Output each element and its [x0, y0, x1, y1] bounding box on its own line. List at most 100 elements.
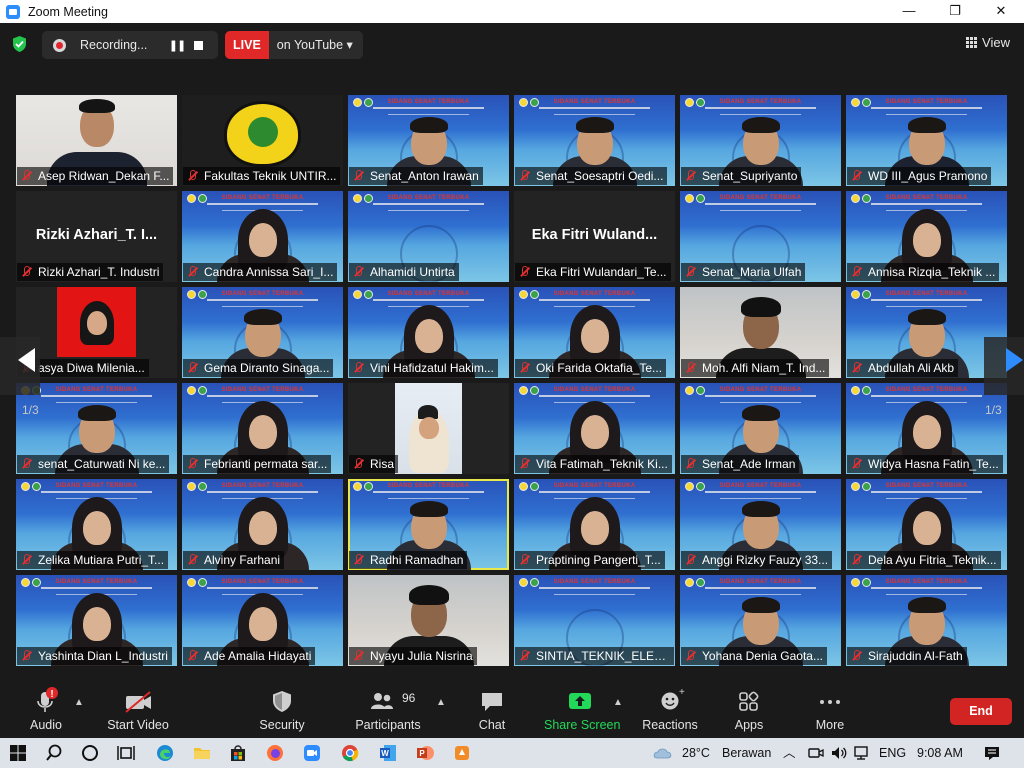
apps-button[interactable]: Apps [726, 685, 772, 738]
participant-tile[interactable]: SIDANG SENAT TERBUKA Candra Annissa Sari_… [182, 191, 343, 282]
security-button[interactable]: Security [256, 685, 308, 738]
minimize-button[interactable]: — [886, 0, 932, 23]
live-stream-indicator[interactable]: LIVE on YouTube ▾ [225, 31, 363, 59]
participant-tile[interactable]: SIDANG SENAT TERBUKA Sirajuddin Al-Fath [846, 575, 1007, 666]
clock-time[interactable]: 9:08 AM [917, 738, 963, 768]
more-button[interactable]: More [808, 685, 852, 738]
participant-tile[interactable]: SIDANG SENAT TERBUKA Praptining Pangerti_… [514, 479, 675, 570]
participant-name-bar: Eka Fitri Wulandari_Te... [515, 263, 671, 281]
view-button[interactable]: View [966, 35, 1010, 50]
start-video-button[interactable]: Start Video [104, 685, 172, 738]
network-icon[interactable] [853, 743, 873, 763]
participant-name: Senat_Anton Irawan [370, 169, 479, 183]
participant-tile[interactable]: SIDANG SENAT TERBUKA Vini Hafidzatul Haki… [348, 287, 509, 378]
participant-tile[interactable]: SIDANG SENAT TERBUKA Yashinta Dian L_Indu… [16, 575, 177, 666]
chrome-icon[interactable] [340, 743, 360, 763]
participant-tile[interactable]: SIDANG SENAT TERBUKA Oki Farida Oktafia_T… [514, 287, 675, 378]
file-explorer-icon[interactable] [192, 743, 212, 763]
word-icon[interactable]: W [378, 743, 398, 763]
firefox-icon[interactable] [265, 743, 285, 763]
volume-icon[interactable] [829, 743, 849, 763]
participant-tile[interactable]: SIDANG SENAT TERBUKA senat_Caturwati Ni k… [16, 383, 177, 474]
participant-tile[interactable]: SIDANG SENAT TERBUKA Vita Fatimah_Teknik … [514, 383, 675, 474]
participant-tile[interactable]: SIDANG SENAT TERBUKA Ade Amalia Hidayati [182, 575, 343, 666]
participant-tile[interactable]: Rizki Azhari_T. I... Rizki Azhari_T. Indu… [16, 191, 177, 282]
participant-tile[interactable]: Nyayu Julia Nisrina [348, 575, 509, 666]
audio-options-caret[interactable]: ▲ [74, 697, 84, 708]
share-options-caret[interactable]: ▲ [613, 697, 623, 708]
encryption-shield-icon[interactable] [11, 35, 28, 53]
person-face [86, 311, 107, 335]
weather-cloud-icon[interactable] [652, 743, 676, 763]
security-shield-icon [273, 691, 291, 712]
slide-text-lines [886, 594, 967, 595]
participant-tile[interactable]: Asep Ridwan_Dekan F... [16, 95, 177, 186]
maximize-button[interactable]: ❐ [932, 0, 978, 23]
window-title: Zoom Meeting [28, 4, 108, 19]
task-view-icon[interactable] [116, 743, 136, 763]
slide-title: SIDANG SENAT TERBUKA [719, 99, 802, 105]
participant-tile[interactable]: SIDANG SENAT TERBUKA Anggi Rizky Fauzy 33… [680, 479, 841, 570]
participant-tile[interactable]: SIDANG SENAT TERBUKA Febrianti permata sa… [182, 383, 343, 474]
participant-tile[interactable]: SIDANG SENAT TERBUKA WD III_Agus Pramono [846, 95, 1007, 186]
cortana-icon[interactable] [80, 743, 100, 763]
participant-tile[interactable]: SIDANG SENAT TERBUKA Yohana Denia Gaota..… [680, 575, 841, 666]
participant-tile[interactable]: SIDANG SENAT TERBUKA SINTIA_TEKNIK_ELEKT.… [514, 575, 675, 666]
participant-tile[interactable]: Fakultas Teknik UNTIR... [182, 95, 343, 186]
meet-now-icon[interactable] [806, 743, 826, 763]
zoom-taskbar-icon[interactable] [302, 743, 322, 763]
participant-name: Senat_Supriyanto [702, 169, 798, 183]
participant-tile[interactable]: SIDANG SENAT TERBUKA Abdullah Ali Akb [846, 287, 1007, 378]
close-button[interactable]: ✕ [978, 0, 1024, 23]
search-icon[interactable] [44, 743, 64, 763]
tray-overflow-chevron-icon[interactable]: ︿ [783, 738, 796, 768]
participant-tile[interactable]: SIDANG SENAT TERBUKA Senat_Maria Ulfah [680, 191, 841, 282]
previous-page-button[interactable] [0, 337, 40, 395]
participant-tile[interactable]: SIDANG SENAT TERBUKA Radhi Ramadhan [348, 479, 509, 570]
slide-title: SIDANG SENAT TERBUKA [885, 387, 968, 393]
app-orange-icon[interactable] [452, 743, 472, 763]
share-screen-button[interactable]: Share Screen [544, 685, 620, 738]
participant-tile[interactable]: SIDANG SENAT TERBUKA Senat_Supriyanto [680, 95, 841, 186]
live-target-dropdown[interactable]: on YouTube ▾ [268, 31, 363, 59]
chat-label: Chat [478, 718, 506, 732]
participant-tile[interactable]: Eka Fitri Wuland... Eka Fitri Wulandari_T… [514, 191, 675, 282]
pause-recording-button[interactable]: ❚❚ [166, 39, 188, 52]
participants-button[interactable]: 96 Participants [354, 685, 422, 738]
reactions-button[interactable]: + Reactions [640, 685, 700, 738]
powerpoint-icon[interactable]: P [415, 743, 435, 763]
participant-tile[interactable]: Moh. Alfi Niam_T. Ind... [680, 287, 841, 378]
slide-title: SIDANG SENAT TERBUKA [55, 483, 138, 489]
store-icon[interactable] [228, 743, 248, 763]
participant-tile[interactable]: SIDANG SENAT TERBUKA Senat_Soesaptri Oedi… [514, 95, 675, 186]
participant-tile[interactable]: asya Diwa Milenia... [16, 287, 177, 378]
slide-title: SIDANG SENAT TERBUKA [387, 99, 470, 105]
notifications-icon[interactable] [982, 743, 1002, 763]
participant-tile[interactable]: SIDANG SENAT TERBUKA Annisa Rizqia_Teknik… [846, 191, 1007, 282]
slide-title: SIDANG SENAT TERBUKA [885, 195, 968, 201]
weather-condition[interactable]: Berawan [722, 738, 771, 768]
participant-name-bar: Praptining Pangerti_T... [515, 551, 665, 569]
edge-browser-icon[interactable] [155, 743, 175, 763]
audio-button[interactable]: ! Audio [26, 685, 66, 738]
participant-tile[interactable]: SIDANG SENAT TERBUKA Senat_Ade Irman [680, 383, 841, 474]
participant-tile[interactable]: SIDANG SENAT TERBUKA Senat_Anton Irawan [348, 95, 509, 186]
stop-recording-button[interactable] [194, 40, 203, 50]
slide-text-lines [720, 114, 801, 115]
participant-tile[interactable]: SIDANG SENAT TERBUKA Alviny Farhani [182, 479, 343, 570]
participant-tile[interactable]: Risa [348, 383, 509, 474]
chat-button[interactable]: Chat [472, 685, 512, 738]
input-language[interactable]: ENG [879, 738, 906, 768]
windows-start-icon[interactable] [8, 743, 28, 763]
slide-title: SIDANG SENAT TERBUKA [221, 195, 304, 201]
participant-tile[interactable]: SIDANG SENAT TERBUKA Zelika Mutiara Putri… [16, 479, 177, 570]
participant-tile[interactable]: SIDANG SENAT TERBUKA Widya Hasna Fatin_Te… [846, 383, 1007, 474]
end-meeting-button[interactable]: End [950, 698, 1012, 725]
participants-options-caret[interactable]: ▲ [436, 697, 446, 708]
next-page-button[interactable] [984, 337, 1024, 395]
participant-name: Widya Hasna Fatin_Te... [868, 457, 999, 471]
participant-tile[interactable]: SIDANG SENAT TERBUKA Alhamidi Untirta [348, 191, 509, 282]
weather-temperature[interactable]: 28°C [682, 738, 710, 768]
participant-tile[interactable]: SIDANG SENAT TERBUKA Gema Diranto Sinaga.… [182, 287, 343, 378]
participant-tile[interactable]: SIDANG SENAT TERBUKA Dela Ayu Fitria_Tekn… [846, 479, 1007, 570]
